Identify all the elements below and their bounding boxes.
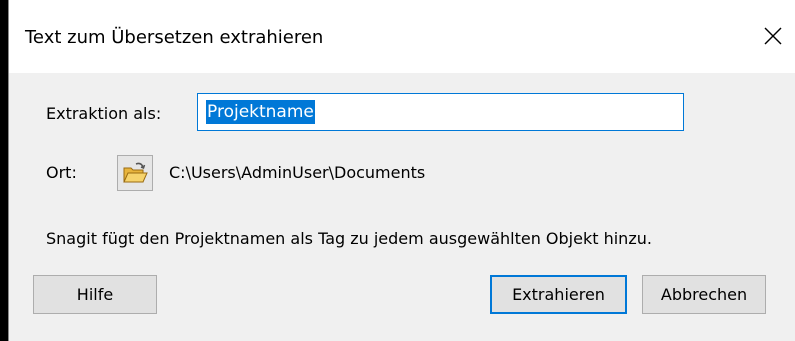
cancel-button[interactable]: Abbrechen (642, 275, 766, 314)
open-folder-icon (123, 162, 148, 183)
info-text: Snagit fügt den Projektnamen als Tag zu … (46, 229, 652, 248)
browse-folder-button[interactable] (117, 155, 153, 191)
close-x-icon (764, 27, 782, 45)
extraction-name-value: Projektname (206, 100, 315, 124)
dialog-titlebar: Text zum Übersetzen extrahieren (9, 0, 795, 73)
extraction-label: Extraktion als: (46, 104, 162, 123)
close-button[interactable] (751, 14, 795, 58)
location-label: Ort: (46, 163, 77, 182)
extract-text-dialog: Text zum Übersetzen extrahieren Extrakti… (8, 0, 795, 341)
extraction-name-input[interactable]: Projektname (197, 93, 684, 131)
location-path: C:\Users\AdminUser\Documents (169, 163, 426, 182)
extract-button[interactable]: Extrahieren (490, 275, 627, 314)
dialog-title: Text zum Übersetzen extrahieren (25, 27, 324, 48)
help-button[interactable]: Hilfe (33, 275, 157, 314)
